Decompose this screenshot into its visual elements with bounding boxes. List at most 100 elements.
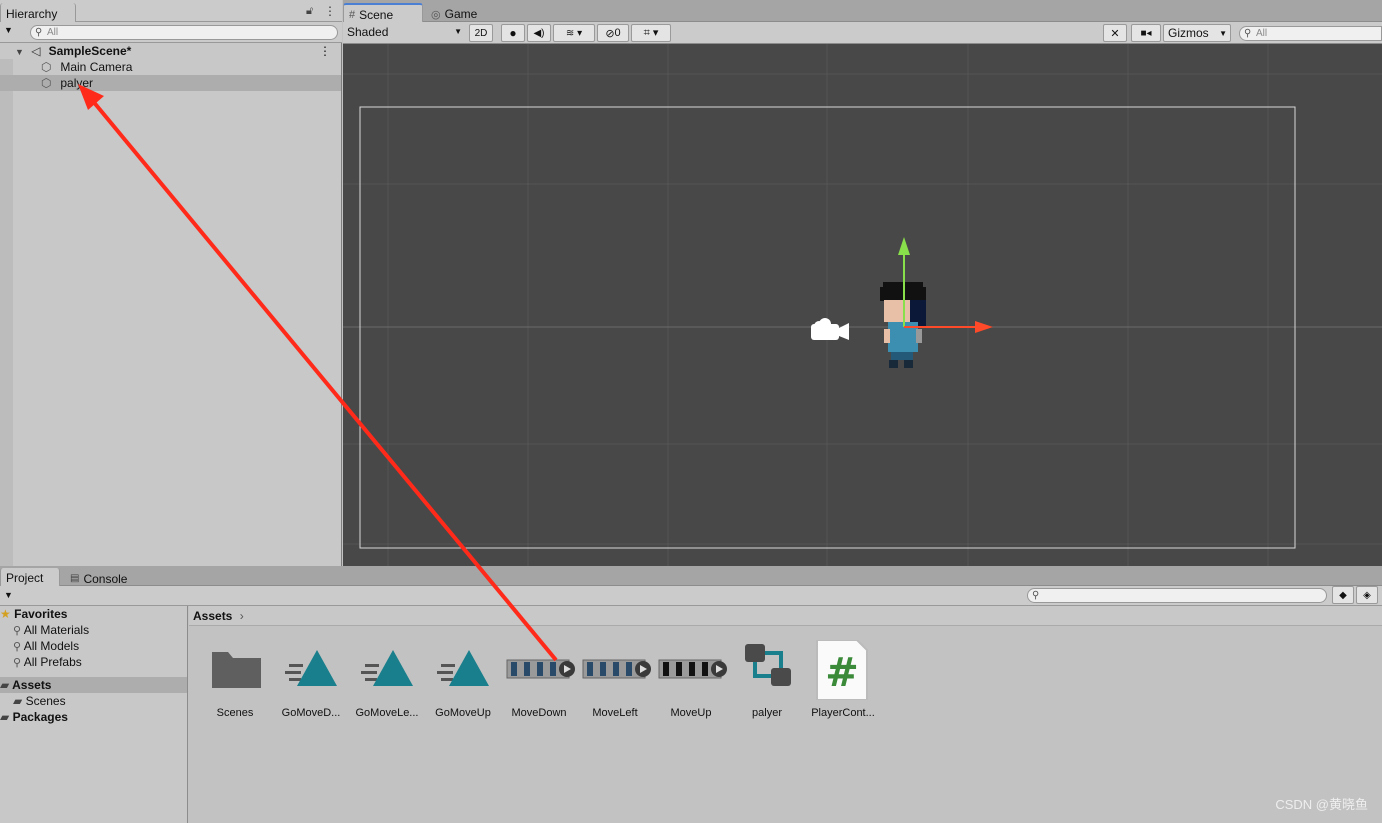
csharp-script-icon: # [805,639,881,701]
hierarchy-search-placeholder: All [47,27,59,38]
mode-2d-label: 2D [474,27,488,39]
asset-item[interactable]: # PlayerCont... [805,639,881,719]
animator-controller-icon [729,640,805,700]
gizmo-x-arrow-icon [975,321,993,333]
asset-item[interactable]: Scenes [197,640,273,719]
asset-item[interactable]: GoMoveLe... [349,640,425,719]
create-dropdown-icon[interactable]: ▼ [4,25,13,35]
favorites-header[interactable]: ★ Favorites [0,606,187,622]
scene-toolbar: Shaded ▼ 2D ● ◀) ≋ ▾ ⊘ 0 ⌗ ▾ ✕ ■◂ Gizmos … [343,22,1382,44]
project-tabbar: Project ▤ Console [0,566,1382,586]
search-by-label-button[interactable]: ◈ [1356,586,1378,604]
asset-item[interactable]: MoveDown [501,640,577,719]
video-camera-icon: ■◂ [1140,27,1152,39]
folder-open-icon: ▰ [0,678,10,692]
grid-snap-icon: ⌗ ▾ [643,27,659,39]
sprite-sheet-icon [501,640,577,700]
tab-game-label: Game [444,7,478,21]
layers-icon: ≋ ▾ [565,27,583,39]
favorite-item-all-materials[interactable]: ⚲ All Materials [0,622,187,638]
search-icon: ⚲ [13,657,22,669]
tree-row-scene[interactable]: ▼ ◁ SampleScene* ⋮ [0,43,341,59]
search-icon: ⚲ [35,27,43,38]
lock-icon[interactable]: 🔓︎ [306,5,313,18]
effects-dropdown[interactable]: ≋ ▾ [553,24,595,42]
hierarchy-tabbar: Hierarchy 🔓︎ ⋮ [0,0,342,22]
project-toolbar: ▼ ⚲ ◆ ◈ [0,586,1382,606]
project-search-input[interactable]: ⚲ [1027,588,1327,603]
hidden-count: 0 [614,27,621,39]
breadcrumb: Assets › [189,606,1382,626]
camera-settings-dropdown[interactable]: ■◂ [1131,24,1161,42]
console-icon: ▤ [70,573,80,584]
scene-visibility-toggle[interactable]: ⊘ 0 [597,24,629,42]
folder-icon [197,640,273,700]
grid-icon: # [349,8,356,21]
gizmos-dropdown[interactable]: Gizmos ▼ [1163,24,1231,42]
expand-arrow-icon[interactable]: ▼ [15,47,24,57]
search-by-type-button[interactable]: ◆ [1332,586,1354,604]
mode-2d-toggle[interactable]: 2D [469,24,493,42]
favorite-item-label: All Materials [23,623,90,637]
hierarchy-search-input[interactable]: ⚲ All [30,25,338,40]
breadcrumb-assets[interactable]: Assets [193,609,232,623]
star-icon: ★ [0,607,11,621]
asset-item[interactable]: GoMoveUp [425,640,501,719]
dropdown-arrow-icon: ▼ [1219,28,1227,38]
camera-gizmo-icon [811,318,849,340]
tab-project[interactable]: Project [0,568,60,586]
project-panel: Project ▤ Console ▼ ⚲ ◆ ◈ ★ Favorites ⚲ … [0,566,1382,823]
tree-item-label: Main Camera [60,60,133,74]
gamepad-icon: ◎ [431,8,441,21]
panel-menu-icon[interactable]: ⋮ [324,4,336,18]
create-dropdown-icon[interactable]: ▼ [4,590,13,600]
asset-item[interactable]: palyer [729,640,805,719]
shading-mode-dropdown[interactable]: Shaded ▼ [347,25,462,41]
favorite-item-all-prefabs[interactable]: ⚲ All Prefabs [0,654,187,670]
scene-tabbar: # Scene ◎ Game [343,0,1382,22]
scene-search-input[interactable]: ⚲ All [1239,26,1382,41]
asset-item[interactable]: MoveLeft [577,640,653,719]
search-icon: ⚲ [13,641,22,653]
scene-menu-icon[interactable]: ⋮ [319,43,331,59]
asset-label: palyer [752,707,782,719]
tab-console-label: Console [83,571,128,586]
favorite-item-label: All Prefabs [23,655,82,669]
tree-row-palyer[interactable]: ⬡ palyer [0,75,341,91]
tab-game[interactable]: ◎ Game [425,3,485,22]
sprite-sheet-icon [577,640,653,700]
asset-label: Scenes [216,707,254,719]
tree-row-main-camera[interactable]: ⬡ Main Camera [0,59,341,75]
gizmo-y-arrow-icon [898,237,910,255]
grid-snap-dropdown[interactable]: ⌗ ▾ [631,24,671,42]
search-icon: ⚲ [13,625,22,637]
scene-search-placeholder: All [1256,28,1268,39]
chevron-right-icon: › [239,609,244,623]
asset-item[interactable]: MoveUp [653,640,729,719]
scene-viewport[interactable] [343,44,1382,566]
audio-toggle[interactable]: ◀) [527,24,551,42]
folder-packages[interactable]: ▰ Packages [0,709,187,725]
eye-slash-icon: ⊘ [605,27,615,40]
scene-panel: # Scene ◎ Game Shaded ▼ 2D ● ◀) ≋ ▾ ⊘ 0 ⌗… [343,0,1382,566]
tab-hierarchy-label: Hierarchy [6,6,58,21]
folder-assets[interactable]: ▰ Assets [0,677,187,693]
project-folder-tree: ★ Favorites ⚲ All Materials ⚲ All Models… [0,606,188,823]
filter-type-icon: ◆ [1339,589,1347,601]
folder-icon: ▰ [0,710,10,724]
tab-hierarchy[interactable]: Hierarchy [0,3,76,22]
asset-label: GoMoveLe... [355,707,419,719]
lighting-toggle[interactable]: ● [501,24,525,42]
tab-console[interactable]: ▤ Console [64,568,144,586]
scene-name: SampleScene* [48,44,132,58]
asset-item[interactable]: GoMoveD... [273,640,349,719]
svg-text:#: # [825,650,859,696]
asset-label: GoMoveD... [281,707,341,719]
tab-scene[interactable]: # Scene [343,3,423,22]
folder-scenes[interactable]: ▰ Scenes [0,693,187,709]
dropdown-arrow-icon: ▼ [454,27,462,36]
hierarchy-tree: ▼ ◁ SampleScene* ⋮ ⬡ Main Camera ⬡ palye… [0,43,341,91]
favorite-item-all-models[interactable]: ⚲ All Models [0,638,187,654]
tools-button[interactable]: ✕ [1103,24,1127,42]
hierarchy-panel: Hierarchy 🔓︎ ⋮ ▼ ⚲ All ▼ ◁ SampleScene* … [0,0,342,566]
